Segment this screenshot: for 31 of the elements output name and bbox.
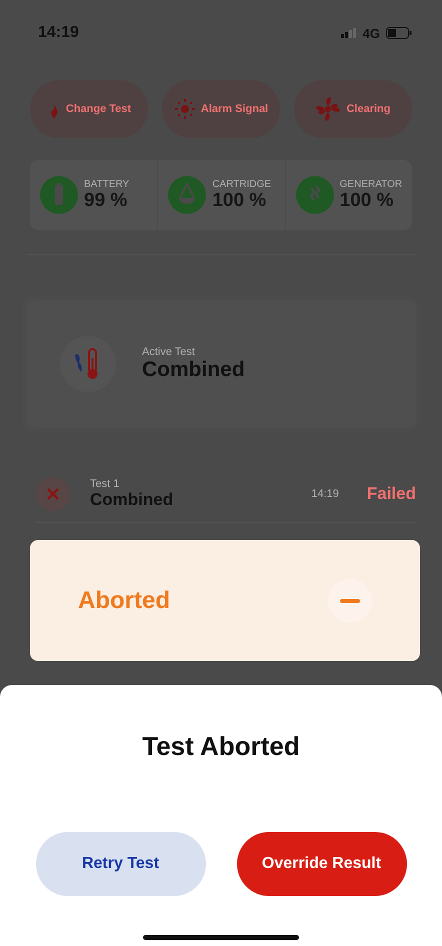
override-button[interactable]: Override Result bbox=[236, 832, 406, 896]
stat-label: CARTRIDGE bbox=[212, 178, 272, 190]
test-time: 14:19 bbox=[311, 488, 339, 500]
test-label: Test 1 bbox=[90, 478, 120, 490]
status-label: Aborted bbox=[78, 586, 170, 614]
drop-icon bbox=[168, 176, 206, 214]
stat-value: 100 % bbox=[212, 190, 268, 212]
active-test-label: Active Test bbox=[142, 346, 196, 358]
battery-status-icon bbox=[386, 27, 412, 39]
sun-icon bbox=[174, 98, 196, 120]
stat-label: GENERATOR bbox=[340, 178, 402, 190]
stat-value: 100 % bbox=[340, 190, 395, 212]
fan-icon bbox=[315, 96, 342, 122]
dialog-title: Test Aborted bbox=[142, 731, 300, 762]
status-time: 14:19 bbox=[38, 24, 79, 42]
stat-value: 99 % bbox=[84, 190, 128, 212]
network-label: 4G bbox=[362, 26, 380, 40]
signal-icon bbox=[340, 28, 357, 38]
battery-icon bbox=[40, 176, 78, 214]
minus-button[interactable] bbox=[328, 578, 372, 622]
action-button[interactable]: Alarm Signal bbox=[162, 80, 280, 138]
heat-waves-icon bbox=[296, 176, 334, 214]
minus-icon bbox=[340, 598, 360, 602]
close-icon bbox=[47, 488, 59, 500]
action-button[interactable]: Change Test bbox=[30, 80, 148, 138]
test-name: Combined bbox=[90, 490, 174, 510]
active-test-name: Combined bbox=[142, 358, 245, 382]
test-status: Failed bbox=[366, 484, 416, 504]
stat-label: BATTERY bbox=[84, 178, 130, 190]
action-button[interactable]: Clearing bbox=[294, 80, 412, 138]
retry-button[interactable]: Retry Test bbox=[36, 832, 206, 896]
